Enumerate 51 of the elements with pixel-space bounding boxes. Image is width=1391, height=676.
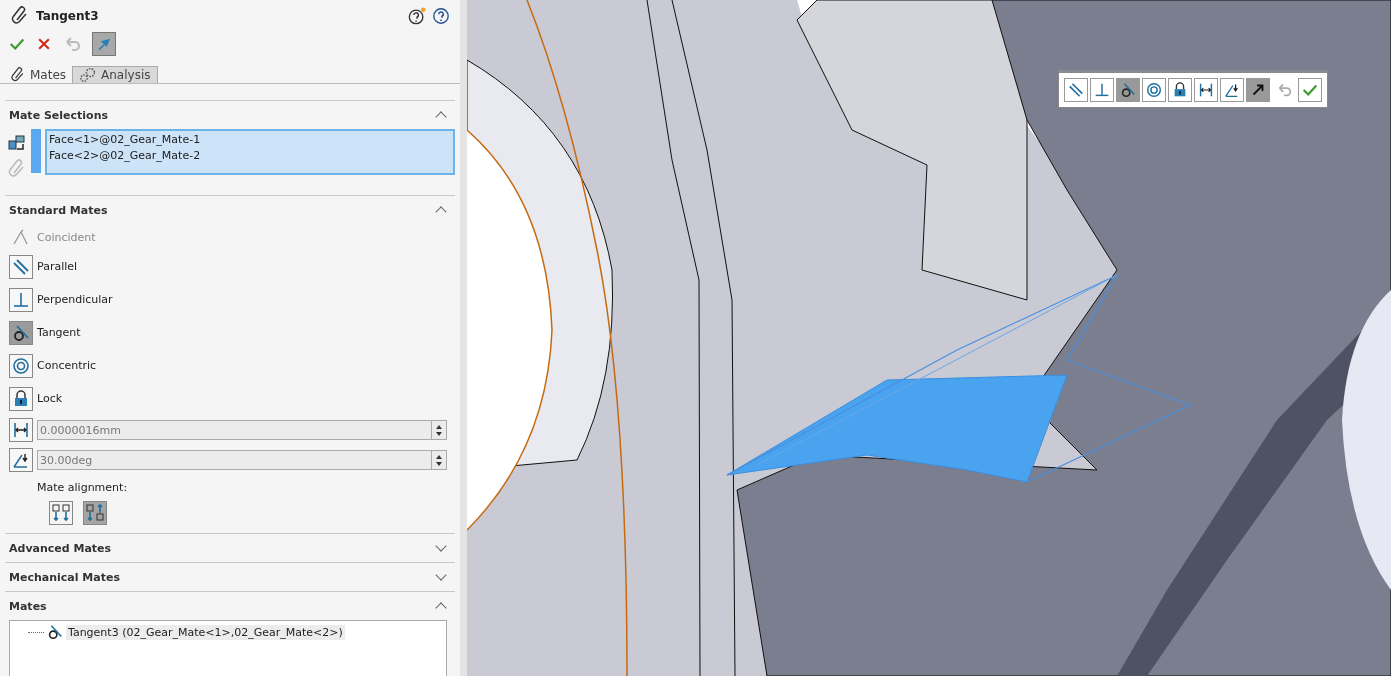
spin-field[interactable]: 0.0000016mm: [37, 420, 447, 440]
alignment-button[interactable]: [49, 501, 73, 525]
panel-title: Tangent3: [36, 9, 99, 23]
mate-type-button[interactable]: [9, 320, 33, 345]
toolbar-button[interactable]: [1142, 78, 1166, 102]
help-icon[interactable]: [432, 7, 450, 25]
mate-list-item[interactable]: Tangent3 (02_Gear_Mate<1>,02_Gear_Mate<2>): [66, 624, 345, 640]
distance-icon: [1197, 81, 1215, 99]
selection-item[interactable]: Face<2>@02_Gear_Mate-2: [49, 148, 451, 164]
mate-alignment-label: Mate alignment:: [36, 480, 129, 496]
section-title: Mates: [9, 599, 47, 613]
mate-type-label: Lock: [37, 392, 63, 405]
mate-type-label: Tangent: [37, 326, 81, 339]
toolbar-button[interactable]: [1116, 78, 1140, 102]
parts-icon[interactable]: [7, 133, 27, 153]
mate-type-label: Concentric: [37, 359, 97, 372]
mate-type-label: Perpendicular: [37, 293, 113, 306]
section-title: Mechanical Mates: [9, 570, 120, 584]
selection-item[interactable]: Face<1>@02_Gear_Mate-1: [49, 132, 451, 148]
toolbar-button[interactable]: [1168, 78, 1192, 102]
pin-icon: [96, 36, 112, 52]
selection-color-bar: [31, 129, 41, 173]
section-title: Advanced Mates: [9, 541, 112, 555]
gears-icon: [79, 67, 98, 83]
section-title: Standard Mates: [9, 203, 108, 217]
distance-icon: [11, 420, 31, 440]
toolbar-button[interactable]: [1220, 78, 1244, 102]
perpendicular-icon: [1093, 81, 1111, 99]
paperclip-icon[interactable]: [7, 159, 27, 179]
alignment-icon: [85, 503, 105, 523]
mate-type-button[interactable]: [9, 418, 33, 442]
help-icon[interactable]: [408, 7, 426, 25]
close-icon[interactable]: [36, 36, 52, 52]
mate-type-label: Parallel: [37, 260, 78, 273]
concentric-circles-icon: [1145, 81, 1163, 99]
concentric-circles-icon: [11, 355, 31, 376]
panel-tab[interactable]: Analysis: [72, 66, 158, 83]
toolbar-button[interactable]: [1194, 78, 1218, 102]
spin-field[interactable]: 30.00deg: [37, 450, 447, 470]
mate-type-button[interactable]: [9, 386, 33, 411]
mate-type-label: Coincident: [37, 230, 96, 244]
paperclip-icon: [10, 66, 26, 83]
toolbar-button[interactable]: [1246, 78, 1270, 102]
tangent-icon: [1119, 81, 1137, 99]
paperclip-icon: [10, 6, 30, 26]
selection-list[interactable]: Face<1>@02_Gear_Mate-1 Face<2>@02_Gear_Mate-2: [45, 129, 455, 175]
section-title: Mate Selections: [9, 108, 109, 122]
parallel-lines-icon: [1067, 81, 1085, 99]
parallel-lines-icon: [11, 256, 31, 277]
tangent-icon: [46, 623, 64, 641]
alignment-icon: [51, 503, 71, 523]
